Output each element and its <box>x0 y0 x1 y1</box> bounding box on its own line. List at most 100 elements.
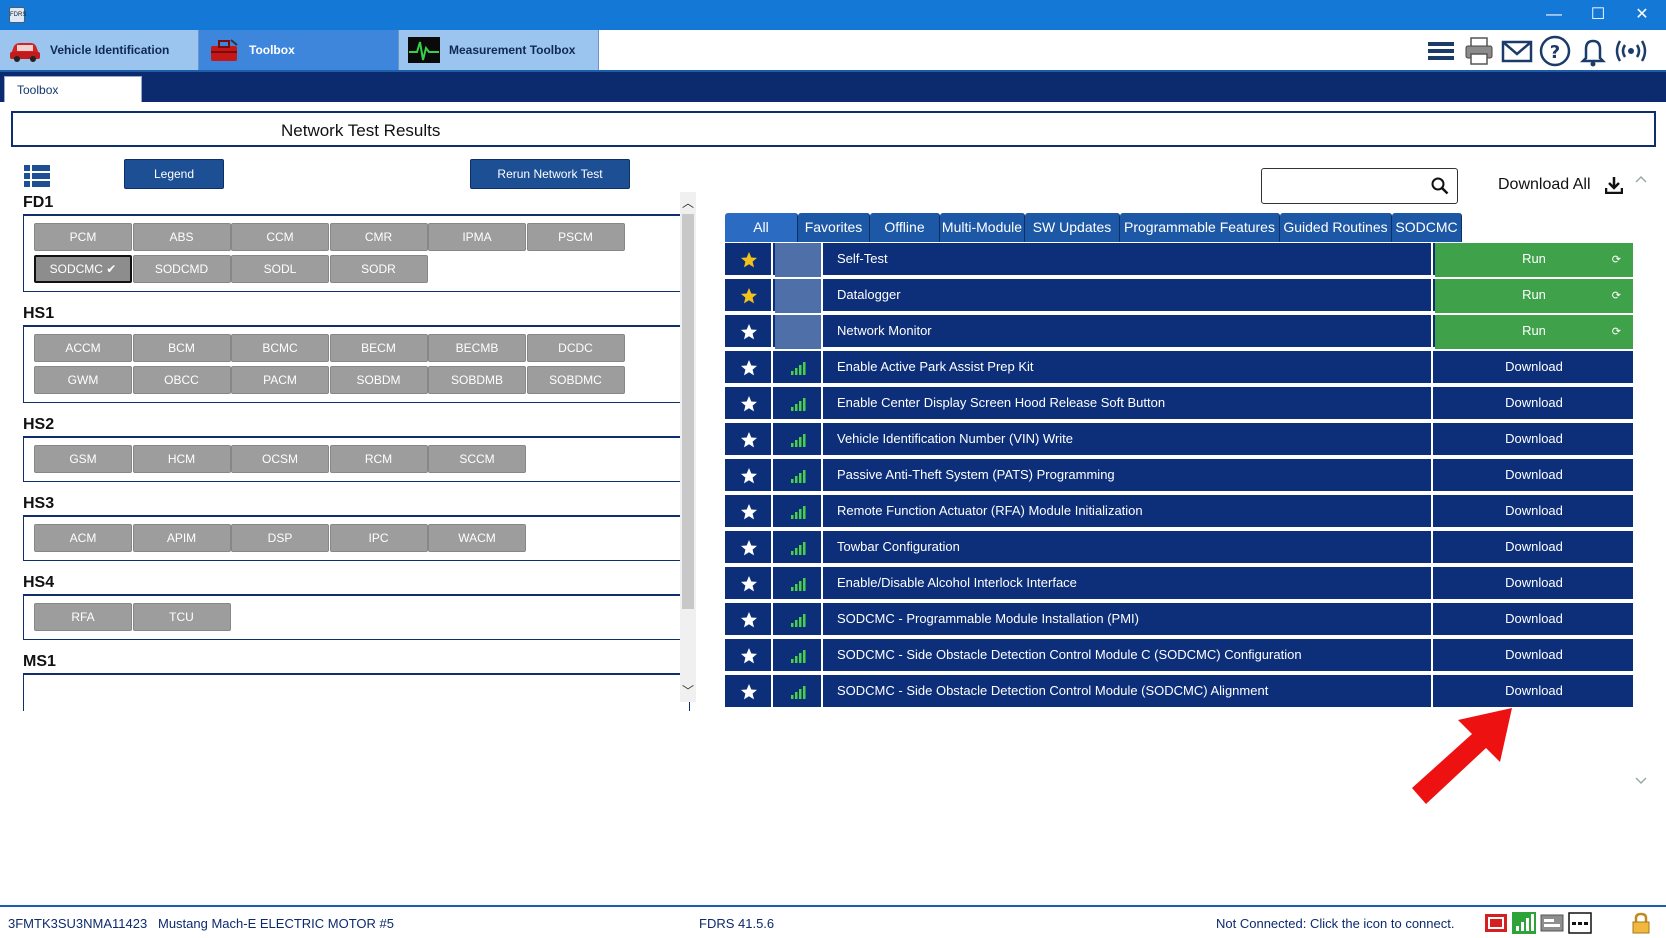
star-icon[interactable] <box>740 323 758 341</box>
run-button[interactable]: Run ⟳ <box>1435 315 1633 349</box>
favorite-cell[interactable] <box>725 531 773 565</box>
tab-offline[interactable]: Offline <box>870 213 940 242</box>
tool-name[interactable]: SODCMC - Side Obstacle Detection Control… <box>825 639 1433 673</box>
module-button-sobdmc[interactable]: SOBDMC <box>526 366 625 394</box>
table-row[interactable]: SODCMC - Programmable Module Installatio… <box>725 603 1633 637</box>
download-icon[interactable] <box>1605 176 1623 194</box>
module-button-gwm[interactable]: GWM <box>34 366 132 394</box>
favorite-cell[interactable] <box>725 243 773 277</box>
tab-all[interactable]: All <box>725 213 798 242</box>
mail-icon[interactable] <box>1500 34 1534 68</box>
star-icon[interactable] <box>740 359 758 377</box>
maximize-button[interactable]: ☐ <box>1576 0 1620 30</box>
module-button-bcm[interactable]: BCM <box>132 334 231 362</box>
tool-name[interactable]: Vehicle Identification Number (VIN) Writ… <box>825 423 1433 457</box>
download-button[interactable]: Download <box>1435 603 1633 637</box>
favorite-cell[interactable] <box>725 351 773 385</box>
table-row[interactable]: SODCMC - Side Obstacle Detection Control… <box>725 639 1633 673</box>
module-button-pcm[interactable]: PCM <box>34 223 132 251</box>
download-button[interactable]: Download <box>1435 423 1633 457</box>
favorite-cell[interactable] <box>725 567 773 601</box>
tab-toolbox[interactable]: Toolbox <box>199 30 399 70</box>
tool-name[interactable]: Enable/Disable Alcohol Interlock Interfa… <box>825 567 1433 601</box>
tool-name[interactable]: Datalogger <box>825 279 1433 313</box>
module-button-sodcmc[interactable]: SODCMC ✔ <box>34 255 132 283</box>
download-button[interactable]: Download <box>1435 531 1633 565</box>
module-button-sodl[interactable]: SODL <box>231 255 329 283</box>
table-row[interactable]: Towbar Configuration Download <box>725 531 1633 565</box>
star-icon[interactable] <box>740 647 758 665</box>
table-row[interactable]: Datalogger Run ⟳ <box>725 279 1633 313</box>
tab-favorites[interactable]: Favorites <box>798 213 870 242</box>
module-button-sodcmd[interactable]: SODCMD <box>132 255 231 283</box>
tab-sodcmc[interactable]: SODCMC <box>1392 213 1462 242</box>
tool-name[interactable]: Passive Anti-Theft System (PATS) Program… <box>825 459 1433 493</box>
menu-icon[interactable] <box>1424 34 1458 68</box>
favorite-cell[interactable] <box>725 603 773 637</box>
run-button[interactable]: Run ⟳ <box>1435 243 1633 277</box>
list-view-icon[interactable] <box>24 165 50 187</box>
table-row[interactable]: Passive Anti-Theft System (PATS) Program… <box>725 459 1633 493</box>
star-icon[interactable] <box>740 395 758 413</box>
star-icon[interactable] <box>740 575 758 593</box>
help-icon[interactable]: ? <box>1538 34 1572 68</box>
device-icon[interactable] <box>1540 912 1564 934</box>
star-icon[interactable] <box>740 611 758 629</box>
star-icon[interactable] <box>740 287 758 305</box>
favorite-cell[interactable] <box>725 639 773 673</box>
favorite-cell[interactable] <box>725 459 773 493</box>
subtab-toolbox[interactable]: Toolbox <box>4 76 142 102</box>
search-input[interactable] <box>1261 168 1458 204</box>
module-button-bcmc[interactable]: BCMC <box>231 334 329 362</box>
module-button-becm[interactable]: BECM <box>329 334 428 362</box>
close-button[interactable]: ✕ <box>1620 0 1664 30</box>
lock-icon[interactable] <box>1630 912 1652 934</box>
module-button-ocsm[interactable]: OCSM <box>231 445 329 473</box>
tool-name[interactable]: Network Monitor <box>825 315 1433 349</box>
module-button-pscm[interactable]: PSCM <box>526 223 625 251</box>
download-button[interactable]: Download <box>1435 387 1633 421</box>
module-button-rcm[interactable]: RCM <box>329 445 428 473</box>
tab-sw-updates[interactable]: SW Updates <box>1025 213 1120 242</box>
rerun-network-test-button[interactable]: Rerun Network Test <box>470 159 630 189</box>
star-icon[interactable] <box>740 467 758 485</box>
favorite-cell[interactable] <box>725 315 773 349</box>
star-icon[interactable] <box>740 431 758 449</box>
minimize-button[interactable]: — <box>1532 0 1576 30</box>
module-button-becmb[interactable]: BECMB <box>428 334 526 362</box>
module-button-cmr[interactable]: CMR <box>329 223 428 251</box>
download-button[interactable]: Download <box>1435 639 1633 673</box>
tab-measurement-toolbox[interactable]: Measurement Toolbox <box>399 30 599 70</box>
scroll-up-arrow-icon[interactable]: ︿ <box>681 196 695 210</box>
module-button-obcc[interactable]: OBCC <box>132 366 231 394</box>
printer-icon[interactable] <box>1462 34 1496 68</box>
scroll-thumb[interactable] <box>682 214 694 609</box>
star-icon[interactable] <box>740 683 758 701</box>
tool-name[interactable]: SODCMC - Side Obstacle Detection Control… <box>825 675 1433 709</box>
favorite-cell[interactable] <box>725 279 773 313</box>
module-button-acm[interactable]: ACM <box>34 524 132 552</box>
module-button-ipc[interactable]: IPC <box>329 524 428 552</box>
star-icon[interactable] <box>740 503 758 521</box>
favorite-cell[interactable] <box>725 387 773 421</box>
module-button-rfa[interactable]: RFA <box>34 603 132 631</box>
module-button-apim[interactable]: APIM <box>132 524 231 552</box>
download-button[interactable]: Download <box>1435 495 1633 529</box>
module-button-gsm[interactable]: GSM <box>34 445 132 473</box>
tool-name[interactable]: Self-Test <box>825 243 1433 277</box>
tool-name[interactable]: Enable Center Display Screen Hood Releas… <box>825 387 1433 421</box>
star-icon[interactable] <box>740 539 758 557</box>
bell-icon[interactable] <box>1576 34 1610 68</box>
tool-name[interactable]: Towbar Configuration <box>825 531 1433 565</box>
favorite-cell[interactable] <box>725 495 773 529</box>
module-button-accm[interactable]: ACCM <box>34 334 132 362</box>
table-row[interactable]: Enable/Disable Alcohol Interlock Interfa… <box>725 567 1633 601</box>
module-button-sccm[interactable]: SCCM <box>428 445 526 473</box>
module-button-sodr[interactable]: SODR <box>329 255 428 283</box>
module-button-sobdmb[interactable]: SOBDMB <box>428 366 526 394</box>
download-button[interactable]: Download <box>1435 459 1633 493</box>
module-button-ipma[interactable]: IPMA <box>428 223 526 251</box>
module-button-abs[interactable]: ABS <box>132 223 231 251</box>
legend-button[interactable]: Legend <box>124 159 224 189</box>
vci-icon[interactable] <box>1484 912 1508 934</box>
